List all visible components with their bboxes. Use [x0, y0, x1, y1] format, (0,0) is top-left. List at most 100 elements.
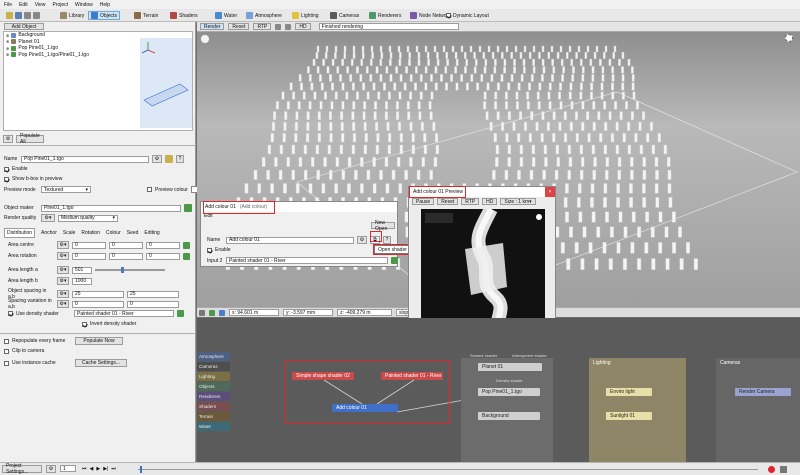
tab-cameras[interactable]: Cameras — [328, 11, 361, 20]
node-render-camera[interactable]: Render Camera — [735, 388, 791, 396]
grid-icon[interactable] — [275, 23, 282, 30]
reset-button[interactable]: Reset — [228, 23, 250, 30]
dynamic-layout-toggle[interactable]: Dynamic Layout — [444, 11, 491, 20]
area-centre-options[interactable]: ⚙▾ — [57, 241, 69, 249]
menu-help[interactable]: Help — [100, 2, 110, 8]
expand-icon[interactable]: ⊕ — [6, 39, 9, 44]
frame-field[interactable]: 1 — [60, 465, 76, 472]
menu-window[interactable]: Window — [75, 2, 93, 8]
area-rotation-z[interactable]: 0 — [146, 252, 180, 260]
expand-icon[interactable]: ⊕ — [6, 33, 9, 38]
area-length-a-field[interactable]: 501 — [72, 266, 92, 274]
new-open-button[interactable]: New Open — [371, 220, 395, 232]
move-icon[interactable] — [219, 309, 225, 316]
populate-options-icon[interactable]: ⚙ — [3, 135, 13, 143]
area-rotation-y[interactable]: 0 — [109, 252, 143, 260]
area-rotation-add-icon[interactable] — [183, 252, 190, 260]
density-shader-field[interactable]: Painted shader 01 - River — [74, 310, 174, 317]
reset-button[interactable]: Reset — [437, 198, 459, 205]
paint-icon[interactable] — [165, 155, 173, 163]
tab-renderers[interactable]: Renderers — [367, 11, 403, 20]
cache-settings-button[interactable]: Cache Settings... — [75, 359, 127, 367]
input2-field[interactable]: Painted shader 01 - River — [226, 257, 388, 264]
menu-project[interactable]: Project — [52, 2, 68, 8]
show-bbox-checkbox[interactable] — [4, 176, 9, 182]
first-frame-icon[interactable]: ⏮ — [82, 466, 87, 472]
menu-view[interactable]: View — [35, 2, 46, 8]
area-rotation-options[interactable]: ⚙▾ — [57, 252, 69, 260]
tab-editing[interactable]: Editing — [144, 230, 159, 236]
key-icon[interactable] — [780, 466, 787, 473]
use-instance-cache-checkbox[interactable] — [4, 360, 9, 366]
tab-scale[interactable]: Scale — [63, 230, 76, 236]
object-spacing-options[interactable]: ⚙▾ — [57, 290, 69, 298]
preview-mode-select[interactable]: Textured ▾ — [41, 186, 91, 193]
node-sunlight[interactable]: Sunlight 01 — [606, 412, 652, 420]
invert-density-checkbox[interactable] — [82, 321, 87, 327]
area-centre-add-icon[interactable] — [183, 241, 190, 249]
save-icon[interactable] — [15, 12, 22, 19]
tab-lighting[interactable]: Lighting — [290, 11, 321, 20]
expand-icon[interactable]: ⊕ — [6, 46, 9, 51]
project-settings-button[interactable]: Project Settings... — [2, 463, 42, 475]
tab-objects[interactable]: Objects — [88, 11, 120, 20]
enable-checkbox[interactable] — [4, 166, 9, 172]
hd-button[interactable]: HD — [295, 23, 311, 30]
spacing-variation-a[interactable]: 0 — [72, 300, 124, 308]
timeline-track[interactable] — [138, 469, 758, 470]
add-object-button[interactable]: Add Object — [4, 23, 44, 30]
timeline-options-icon[interactable]: ⚙ — [46, 465, 56, 473]
spacing-variation-options[interactable]: ⚙▾ — [57, 300, 69, 308]
expand-icon[interactable]: ⊕ — [6, 52, 9, 57]
tab-anchor[interactable]: Anchor — [41, 230, 57, 236]
area-centre-y[interactable]: 0 — [109, 241, 143, 249]
cameras-group[interactable]: Cameras — [716, 358, 800, 462]
shader-options-icon[interactable]: ⚙ — [357, 236, 367, 244]
populate-now-button[interactable]: Populate Now — [75, 337, 123, 345]
density-shader-add-icon[interactable] — [177, 310, 184, 317]
name-options-icon[interactable]: ⚙ — [152, 155, 162, 163]
area-rotation-x[interactable]: 0 — [72, 252, 106, 260]
timeline-handle[interactable] — [140, 466, 142, 473]
prev-frame-icon[interactable]: ◀ — [90, 466, 94, 472]
render-quality-options[interactable]: ⚙▾ — [41, 214, 55, 222]
category-shaders[interactable]: Shaders — [197, 402, 230, 411]
help-icon[interactable]: ? — [176, 155, 184, 163]
size-select[interactable]: Size : 1 km ▾ — [500, 198, 536, 205]
lighting-group[interactable]: Lighting — [589, 358, 686, 462]
repopulate-checkbox[interactable] — [4, 338, 9, 344]
tab-atmosphere[interactable]: Atmosphere — [244, 11, 284, 20]
area-centre-z[interactable]: 0 — [146, 241, 180, 249]
category-renderers[interactable]: Renderers — [197, 392, 230, 401]
use-density-shader-checkbox[interactable] — [8, 311, 13, 316]
node-enviro-light[interactable]: Enviro light — [606, 388, 652, 396]
category-cameras[interactable]: Cameras — [197, 362, 230, 371]
node-planet[interactable]: Planet 01 — [478, 363, 542, 371]
shader-name-field[interactable]: Add colour 01 — [226, 236, 354, 244]
object-spacing-b[interactable]: 25 — [127, 290, 179, 298]
tab-water[interactable]: Water — [213, 11, 239, 20]
close-icon[interactable]: × — [545, 187, 555, 197]
tab-distribution[interactable]: Distribution — [4, 228, 36, 238]
area-length-b-field[interactable]: 1000 — [72, 277, 92, 285]
category-objects[interactable]: Objects — [197, 382, 230, 391]
render-button[interactable]: Render — [200, 23, 225, 30]
pause-button[interactable]: Pause — [412, 198, 435, 205]
rtp-button[interactable]: RTP — [253, 23, 272, 30]
render-quality-select[interactable]: Medium quality ▾ — [58, 214, 118, 222]
folder-icon[interactable] — [6, 12, 13, 19]
object-maker-field[interactable]: Pine01_1.tgo — [41, 204, 181, 212]
object-maker-add-icon[interactable] — [184, 204, 192, 212]
nav-icon[interactable] — [209, 309, 215, 316]
play-icon[interactable]: ▶ — [96, 466, 100, 472]
next-frame-icon[interactable]: ▶| — [103, 466, 108, 472]
record-icon[interactable] — [768, 466, 775, 473]
camera-view-icon[interactable] — [285, 23, 292, 30]
category-atmosphere[interactable]: Atmosphere — [197, 352, 230, 361]
tab-library[interactable]: Library — [58, 11, 86, 20]
node-background[interactable]: Background — [478, 412, 540, 420]
category-lighting[interactable]: Lighting — [197, 372, 230, 381]
area-length-a-slider[interactable] — [95, 267, 165, 273]
input2-add-icon[interactable] — [391, 257, 398, 264]
sun-marker-icon[interactable] — [785, 34, 793, 42]
